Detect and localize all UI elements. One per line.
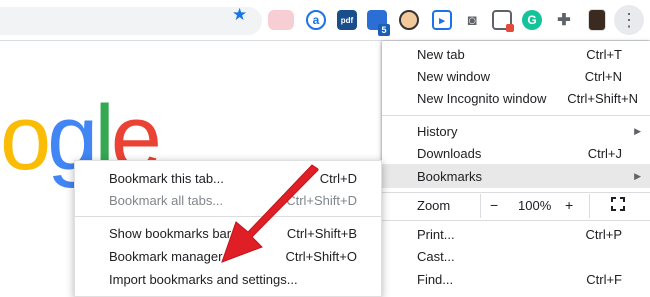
pdf-extension-icon[interactable]: pdf (337, 10, 357, 30)
menu-item-print[interactable]: Print... Ctrl+P (382, 223, 650, 245)
puzzle-icon[interactable]: ✚ (554, 10, 574, 30)
menu-item-incognito[interactable]: New Incognito window Ctrl+Shift+N (382, 87, 650, 109)
camera-icon[interactable]: ◙ (462, 10, 482, 30)
menu-item-downloads[interactable]: Downloads Ctrl+J (382, 142, 650, 164)
menu-item-new-tab[interactable]: New tab Ctrl+T (382, 43, 650, 65)
menu-item-bookmarks[interactable]: Bookmarks ▶ (382, 164, 650, 188)
bookmarks-submenu: Bookmark this tab... Ctrl+D Bookmark all… (74, 160, 383, 297)
pdf-extension-label: pdf (340, 15, 354, 25)
menu-label: Downloads (417, 145, 482, 161)
submenu-item-bookmark-all[interactable]: Bookmark all tabs... Ctrl+Shift+D (75, 189, 383, 211)
fullscreen-icon[interactable] (611, 197, 625, 211)
grammarly-icon[interactable]: G (522, 10, 542, 30)
submenu-label: Bookmark all tabs... (109, 192, 224, 208)
submenu-separator (75, 216, 383, 217)
zoom-out-button[interactable]: − (490, 197, 498, 213)
menu-item-new-window[interactable]: New window Ctrl+N (382, 65, 650, 87)
menu-label: Find... (417, 271, 454, 287)
submenu-shortcut: Ctrl+Shift+D (286, 192, 357, 208)
face-extension-icon[interactable] (399, 10, 419, 30)
browser-toolbar: ★ a pdf 5 ▸ ◙ G ✚ ⋮ (0, 0, 650, 41)
dash-extension-icon[interactable]: ▸ (432, 10, 452, 30)
logo-letter-o: o (0, 87, 51, 189)
menu-shortcut: Ctrl+N (584, 68, 622, 84)
profile-avatar[interactable] (588, 9, 606, 31)
extension-badge: 5 (378, 24, 390, 36)
submenu-item-show-bar[interactable]: Show bookmarks bar Ctrl+Shift+B (75, 222, 383, 244)
zoom-in-button[interactable]: + (565, 197, 573, 213)
bookmark-star-icon[interactable]: ★ (232, 6, 247, 23)
submenu-item-bookmark-manager[interactable]: Bookmark manager Ctrl+Shift+O (75, 245, 383, 267)
submenu-item-import[interactable]: Import bookmarks and settings... (75, 268, 383, 290)
submenu-label: Import bookmarks and settings... (109, 271, 298, 287)
window-extension-icon[interactable] (492, 10, 514, 32)
blurred-extension-icon[interactable] (268, 10, 294, 30)
menu-separator (382, 115, 650, 116)
menu-label: New window (417, 68, 490, 84)
a-extension-icon[interactable]: a (306, 10, 326, 30)
submenu-label: Bookmark this tab... (109, 170, 224, 186)
menu-label: Print... (417, 226, 455, 242)
menu-label: New tab (417, 46, 465, 62)
chrome-main-menu: New tab Ctrl+T New window Ctrl+N New Inc… (382, 41, 650, 297)
menu-shortcut: Ctrl+Shift+N (567, 90, 638, 106)
a-extension-label: a (312, 13, 320, 27)
menu-shortcut: Ctrl+T (586, 46, 622, 62)
zoom-divider (589, 194, 590, 218)
menu-label: New Incognito window (417, 90, 547, 106)
menu-shortcut: Ctrl+P (585, 226, 622, 242)
submenu-arrow-icon: ▶ (634, 170, 641, 181)
menu-separator (382, 220, 650, 221)
menu-item-history[interactable]: History ▶ (382, 120, 650, 142)
menu-shortcut: Ctrl+J (587, 145, 622, 161)
menu-label: Bookmarks (417, 168, 483, 184)
zoom-level: 100% (518, 198, 552, 213)
zoom-divider (480, 194, 481, 218)
submenu-arrow-icon: ▶ (634, 125, 641, 136)
address-bar[interactable] (0, 7, 262, 35)
chrome-menu-kebab-icon[interactable]: ⋮ (614, 5, 644, 35)
submenu-label: Show bookmarks bar (109, 225, 232, 241)
submenu-shortcut: Ctrl+Shift+O (285, 248, 357, 264)
kebab-glyph: ⋮ (620, 9, 638, 30)
submenu-shortcut: Ctrl+Shift+B (286, 225, 357, 241)
submenu-item-bookmark-tab[interactable]: Bookmark this tab... Ctrl+D (75, 167, 383, 189)
menu-label: Cast... (417, 248, 455, 264)
zoom-row: Zoom − 100% + (382, 194, 650, 218)
submenu-shortcut: Ctrl+D (319, 170, 357, 186)
submenu-label: Bookmark manager (109, 248, 223, 264)
grammarly-label: G (527, 13, 537, 27)
zoom-label: Zoom (417, 198, 451, 213)
menu-item-find[interactable]: Find... Ctrl+F (382, 268, 650, 290)
menu-shortcut: Ctrl+F (586, 271, 622, 287)
menu-item-cast[interactable]: Cast... (382, 245, 650, 267)
menu-label: History (417, 123, 458, 139)
menu-separator (382, 192, 650, 193)
